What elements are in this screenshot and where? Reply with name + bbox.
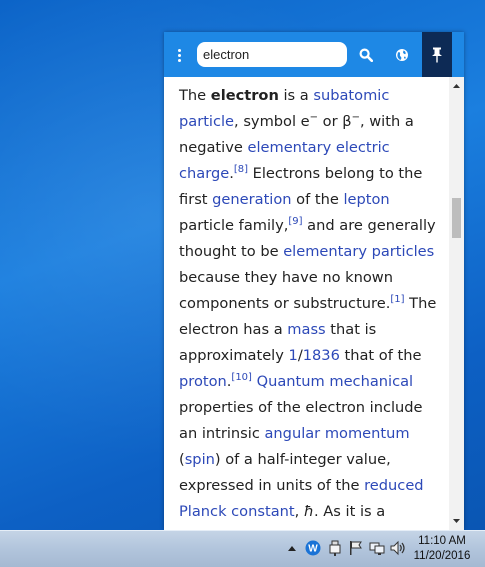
citation-superscript: [1] [390,294,404,305]
article-link[interactable]: [1] [390,294,404,305]
usb-device-icon[interactable] [327,540,343,556]
article-link[interactable]: lepton [343,191,389,208]
globe-icon [396,48,408,61]
article-link[interactable]: 1836 [303,347,340,364]
scroll-down-arrow-icon[interactable] [449,514,464,528]
article-link[interactable]: [10] [231,372,252,383]
scroll-up-arrow-icon[interactable] [449,79,464,93]
taskbar: W 11:10 AM 11/20/2016 [0,530,485,567]
article-link[interactable]: angular momentum [264,425,409,442]
citation-superscript: [8] [234,164,248,175]
vertical-scrollbar[interactable] [449,77,464,530]
svg-text:W: W [308,544,318,555]
popup-header [164,32,464,77]
magnifier-icon [359,47,373,62]
network-icon[interactable] [369,540,385,556]
wikipedia-popup-window: The electron is a subatomic particle, sy… [164,32,464,530]
search-button[interactable] [350,32,382,77]
action-center-flag-icon[interactable] [348,540,364,556]
article-content: The electron is a subatomic particle, sy… [164,77,450,530]
clock-time: 11:10 AM [418,535,466,547]
citation-superscript: − [309,112,319,123]
wikipedia-app-icon[interactable]: W [305,540,321,556]
article-emphasis: ħ [303,503,315,520]
article-link[interactable]: 1 [289,347,298,364]
citation-superscript: − [351,112,360,123]
taskbar-clock[interactable]: 11:10 AM 11/20/2016 [402,534,482,564]
article-link[interactable]: [8] [234,164,248,175]
search-input[interactable] [197,42,347,67]
globe-button[interactable] [386,32,418,77]
article-link[interactable]: generation [212,191,291,208]
article-link[interactable]: [9] [288,216,302,227]
article-link[interactable]: proton [179,373,227,390]
citation-superscript: [10] [231,372,252,383]
article-link[interactable]: Quantum mechanical [257,373,414,390]
article-link[interactable]: spin [185,451,215,468]
article-emphasis: electron [210,87,279,104]
clock-date: 11/20/2016 [413,550,471,562]
menu-dots-icon[interactable] [169,44,189,66]
citation-superscript: [9] [288,216,302,227]
article-link[interactable]: mass [287,321,325,338]
article-link[interactable]: reduced Planck constant [179,477,424,520]
show-hidden-icons-arrow-icon[interactable] [284,540,300,556]
article-link[interactable]: elementary particles [283,243,434,260]
article-link[interactable]: elementary electric charge [179,139,390,182]
pin-button[interactable] [422,32,452,77]
pin-icon [432,47,442,62]
scroll-thumb[interactable] [452,198,461,238]
article-paragraph: The electron is a subatomic particle, sy… [179,87,437,520]
